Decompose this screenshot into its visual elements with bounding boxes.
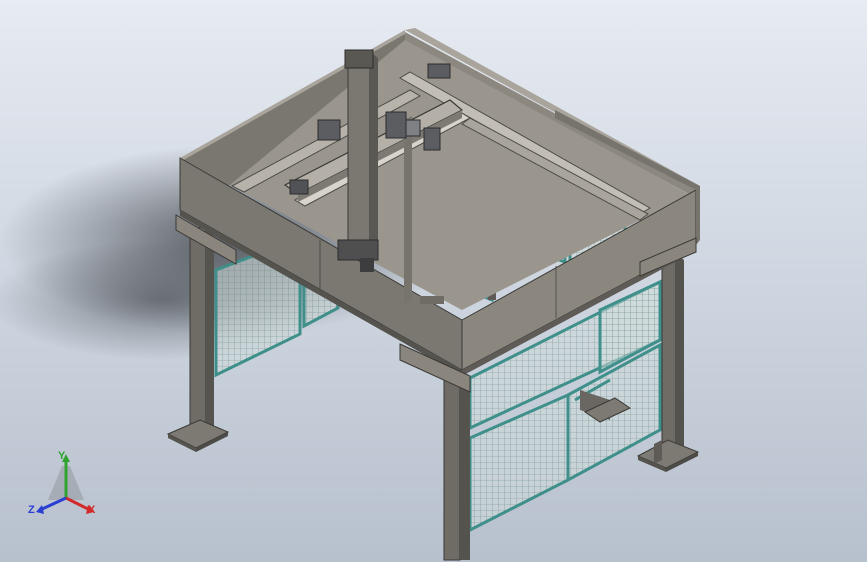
x-axis-label: X bbox=[88, 504, 96, 516]
gantry-model[interactable] bbox=[0, 0, 867, 562]
leg-front bbox=[443, 375, 470, 561]
axis-triad: X Y Z bbox=[26, 450, 106, 520]
base-bar bbox=[420, 296, 444, 304]
z-axis-label: Z bbox=[28, 504, 35, 516]
y-axis-label: Y bbox=[58, 450, 66, 462]
cad-viewport[interactable]: X Y Z bbox=[0, 0, 867, 562]
